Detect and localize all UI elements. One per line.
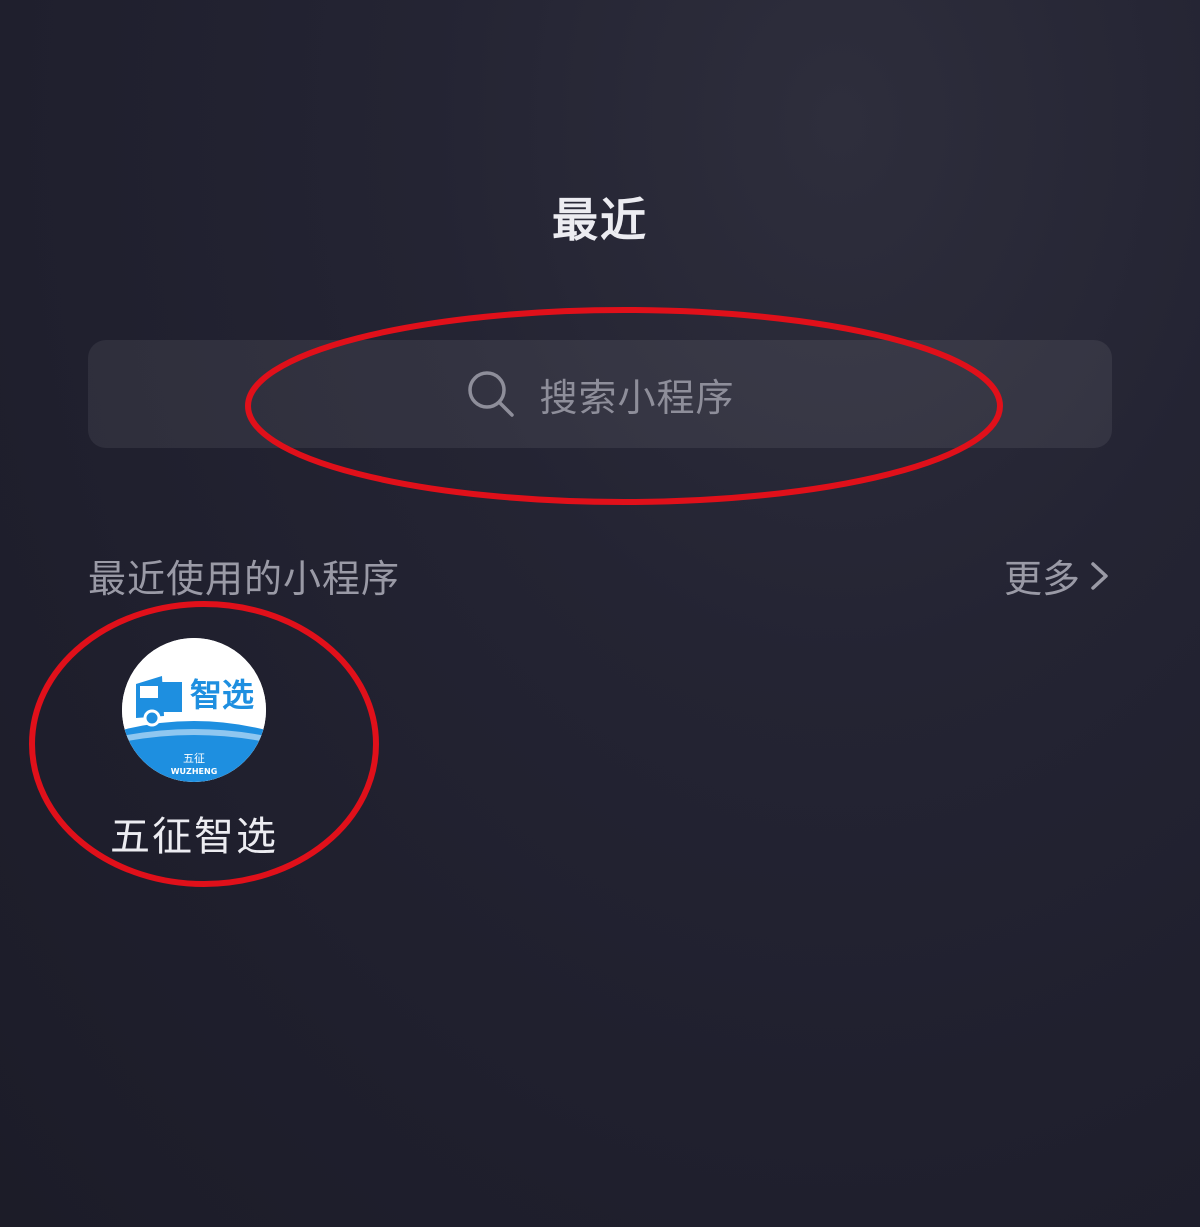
- chevron-right-icon: [1088, 556, 1112, 596]
- app-name: 五征智选: [110, 814, 278, 860]
- search-icon: [465, 368, 517, 420]
- search-bar[interactable]: 搜索小程序: [88, 340, 1112, 448]
- page-title: 最近: [552, 193, 648, 247]
- more-label: 更多: [1003, 557, 1080, 601]
- logo-brand: WUZHENG: [171, 767, 218, 776]
- section-title-recent: 最近使用的小程序: [88, 557, 401, 601]
- more-link[interactable]: 更多: [1004, 548, 1112, 603]
- search-placeholder: 搜索小程序: [539, 375, 735, 420]
- logo-text: 智选: [190, 676, 254, 714]
- logo-subtext: 五征: [183, 752, 205, 765]
- recent-app-item[interactable]: 智选 五征 WUZHENG 五征智选: [104, 638, 284, 862]
- app-logo: 智选 五征 WUZHENG: [122, 638, 266, 782]
